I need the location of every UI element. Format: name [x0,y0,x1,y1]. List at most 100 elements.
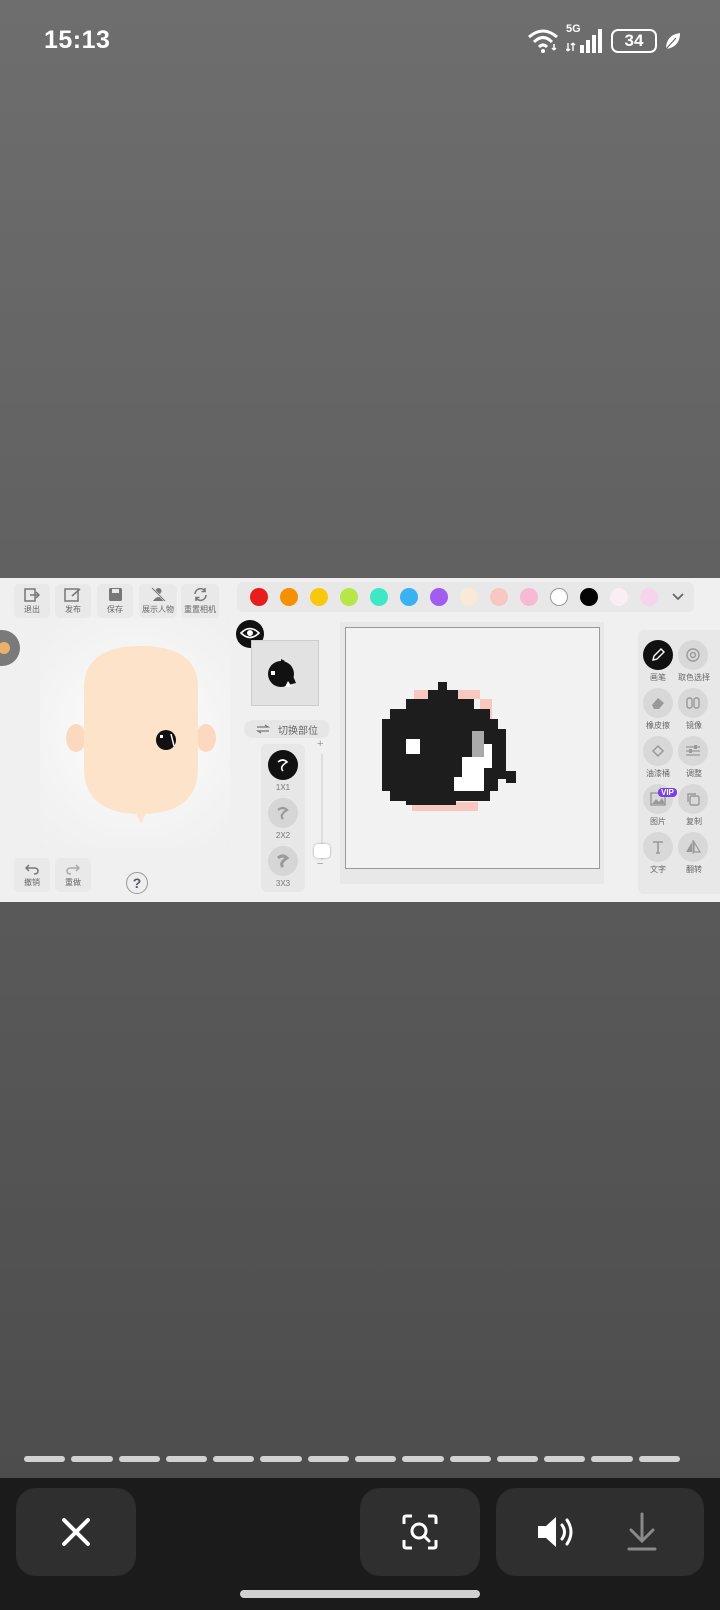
eraser-tool[interactable] [643,688,673,718]
pixel-art [382,682,516,811]
zoom-plus[interactable]: + [317,738,323,750]
pencil-icon [652,648,665,661]
progress-segment [71,1456,113,1462]
swatch-red[interactable] [250,588,268,606]
copy-tool[interactable] [678,784,708,814]
publish-button[interactable]: 发布 [55,584,91,618]
person-hidden-icon [150,587,166,602]
slider-thumb[interactable] [314,844,330,858]
mirror-tool[interactable] [678,688,708,718]
switch-part-button[interactable]: 切换部位 [244,720,330,738]
color-palette [237,582,694,612]
progress-segment [402,1456,444,1462]
undo-button[interactable]: 撤销 [14,858,50,892]
zoom-slider[interactable]: + − [314,738,330,872]
exit-icon [24,587,40,602]
zoom-minus[interactable]: − [317,858,323,870]
brush-size-panel: 1X1 2X2 3X3 [261,744,305,892]
reset-camera-button[interactable]: 重置相机 [181,584,219,618]
brush-2x2[interactable] [268,798,298,828]
pixel-preview [268,659,296,687]
redo-icon [66,863,80,875]
stroke-icon [277,806,289,820]
progress-segment [354,1456,397,1462]
redo-button[interactable]: 重做 [55,858,91,892]
bucket-tool[interactable] [643,736,673,766]
help-button[interactable]: ? [126,872,148,894]
copy-icon [687,793,700,806]
model-viewport[interactable] [40,618,230,848]
clock: 15:13 [44,26,111,54]
text-icon [653,841,663,854]
progress-segment [213,1456,255,1462]
media-controls [496,1488,704,1576]
color-wheel-icon [686,648,700,662]
scan-button[interactable] [360,1488,480,1576]
canvas-area [340,622,604,884]
tools-panel: 画笔 取色选择 橡皮擦 镜像 油漆桶 调整 图片 复制 文字 翻转 [638,630,720,894]
swatch-light-pink[interactable] [610,588,628,606]
adjust-tool[interactable] [678,736,708,766]
swatch-lilac[interactable] [640,588,658,606]
eraser-icon [652,698,664,709]
swatch-lime[interactable] [340,588,358,606]
brush-1x1[interactable] [268,750,298,780]
color-picker-tool[interactable] [678,640,708,670]
wifi-icon [528,29,558,53]
mirror-icon [686,697,700,709]
status-icons: 5G 34 [527,23,682,56]
progress-segment [24,1456,66,1462]
swatch-cyan[interactable] [370,588,388,606]
save-button[interactable]: 保存 [97,584,133,618]
swatch-peach[interactable] [490,588,508,606]
progress-segment [496,1456,539,1462]
refresh-icon [193,587,207,602]
pixel-canvas[interactable] [345,627,600,869]
progress-segment [544,1456,586,1462]
star-icon [0,642,10,654]
status-bar: 15:13 5G 34 [0,0,720,84]
swatch-cream[interactable] [460,588,478,606]
progress-segment [118,1456,160,1462]
sliders-icon [686,745,700,756]
close-button[interactable] [16,1488,136,1576]
leaf-icon [665,33,680,50]
chevron-down-icon[interactable] [671,591,685,603]
stroke-icon [277,759,289,772]
swatch-black[interactable] [580,588,598,606]
publish-icon [64,587,81,602]
flip-tool[interactable] [678,832,708,862]
show-character-button[interactable]: 展示人物 [139,584,177,618]
swatch-blue[interactable] [400,588,418,606]
slide-progress [24,1456,680,1462]
volume-icon[interactable] [536,1514,576,1550]
part-thumbnail[interactable] [251,640,319,706]
signal-icon: 5G [566,23,604,55]
brush-3x3[interactable] [268,846,298,876]
undo-icon [25,863,39,875]
swatch-purple[interactable] [430,588,448,606]
head-model [66,646,216,824]
progress-segment [260,1456,302,1462]
brush-tool[interactable] [643,640,673,670]
swatch-pink[interactable] [520,588,538,606]
save-icon [108,588,122,601]
scan-icon [402,1514,438,1550]
side-tab[interactable] [0,630,20,666]
vip-badge: VIP [658,788,677,797]
download-icon[interactable] [626,1512,658,1552]
exit-button[interactable]: 退出 [14,584,50,618]
stroke-icon [277,854,290,869]
swatch-orange[interactable] [280,588,298,606]
progress-segment [165,1456,208,1462]
progress-segment [591,1456,633,1462]
swatch-white[interactable] [550,588,568,606]
home-indicator[interactable] [240,1590,480,1598]
progress-segment [449,1456,491,1462]
bucket-icon [651,744,665,758]
progress-segment [638,1456,680,1462]
swap-icon [256,724,270,734]
swatch-yellow[interactable] [310,588,328,606]
progress-segment [307,1456,349,1462]
text-tool[interactable] [643,832,673,862]
